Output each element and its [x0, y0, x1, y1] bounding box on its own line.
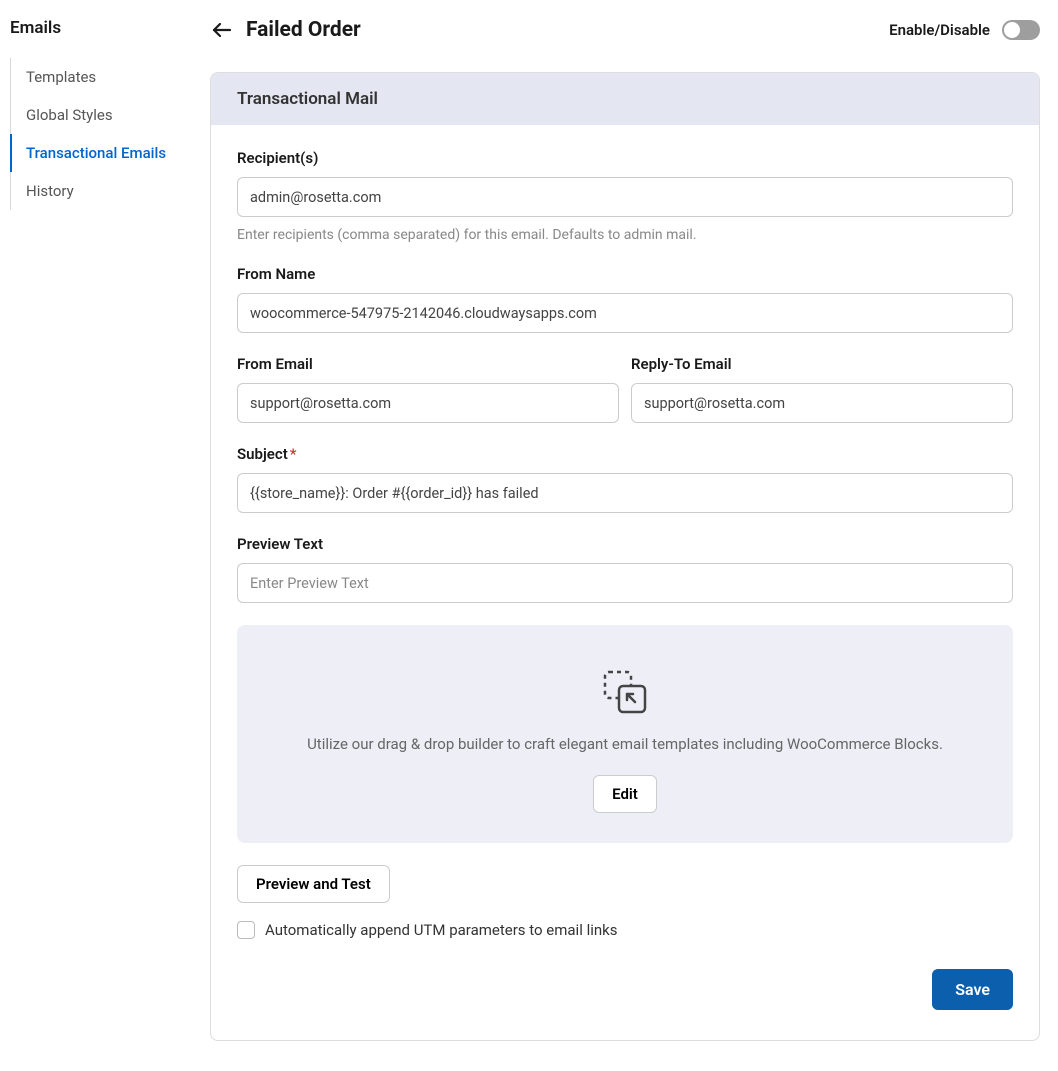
back-arrow-icon[interactable] — [210, 18, 234, 42]
utm-checkbox[interactable] — [237, 921, 255, 939]
subject-input[interactable] — [237, 473, 1013, 513]
from-name-label: From Name — [237, 265, 1013, 283]
sidebar-item-transactional-emails[interactable]: Transactional Emails — [10, 134, 210, 172]
from-email-input[interactable] — [237, 383, 619, 423]
sidebar-title: Emails — [10, 18, 210, 38]
reply-to-label: Reply-To Email — [631, 355, 1013, 373]
from-email-label: From Email — [237, 355, 619, 373]
sidebar-item-global-styles[interactable]: Global Styles — [10, 96, 210, 134]
enable-disable-toggle[interactable] — [1002, 20, 1040, 40]
card-title: Transactional Mail — [211, 73, 1039, 125]
recipients-helper: Enter recipients (comma separated) for t… — [237, 227, 1013, 243]
recipients-label: Recipient(s) — [237, 149, 1013, 167]
utm-label: Automatically append UTM parameters to e… — [265, 921, 618, 939]
builder-text: Utilize our drag & drop builder to craft… — [257, 735, 993, 753]
toggle-label: Enable/Disable — [889, 21, 990, 39]
from-name-input[interactable] — [237, 293, 1013, 333]
page-title: Failed Order — [246, 18, 361, 42]
preview-text-label: Preview Text — [237, 535, 1013, 553]
sidebar-item-templates[interactable]: Templates — [10, 58, 210, 96]
save-button[interactable]: Save — [932, 969, 1013, 1010]
preview-text-input[interactable] — [237, 563, 1013, 603]
reply-to-input[interactable] — [631, 383, 1013, 423]
edit-button[interactable]: Edit — [593, 775, 657, 813]
builder-icon — [600, 669, 650, 717]
sidebar-item-history[interactable]: History — [10, 172, 210, 210]
preview-test-button[interactable]: Preview and Test — [237, 865, 390, 903]
recipients-input[interactable] — [237, 177, 1013, 217]
subject-label: Subject* — [237, 445, 1013, 463]
